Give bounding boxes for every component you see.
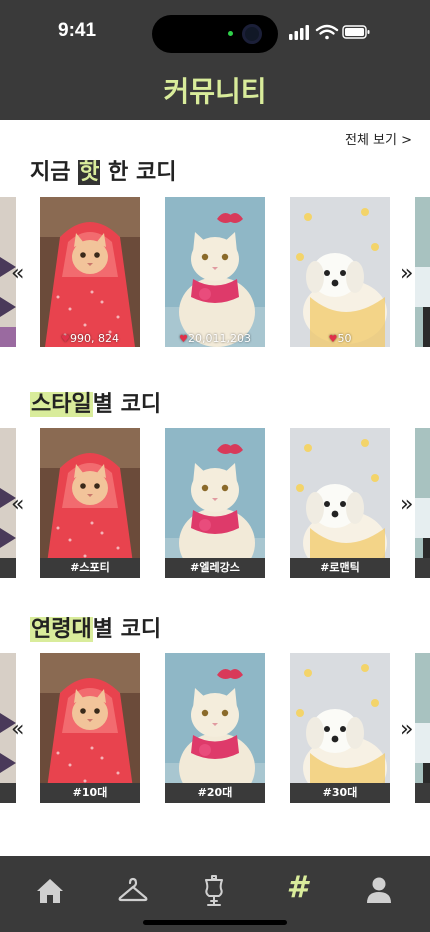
outfit-card-cat-red-hood[interactable]: ♥990, 824	[40, 197, 140, 347]
outfit-card-cat-red-hood[interactable]: #10대	[40, 653, 140, 803]
tag-label: #20대	[165, 783, 265, 803]
wifi-icon	[315, 24, 339, 40]
outfit-card-dog-yellow[interactable]: #로맨틱	[290, 428, 390, 578]
outfit-card-cat-white[interactable]: #엘레강스	[165, 428, 265, 578]
like-count: ♥50	[328, 332, 352, 345]
phone-screen: 9:41 커뮤니티 전체 보기 > 지금 핫 한 코디 스타일별 코디 연령대별…	[0, 0, 430, 932]
tag-label: #10대	[40, 783, 140, 803]
heart-icon: ♥	[61, 334, 70, 345]
page-title: 커뮤니티	[163, 75, 267, 108]
app-header: 9:41 커뮤니티	[0, 0, 430, 120]
hot-section-title: 지금 핫 한 코디	[30, 160, 177, 185]
tag-label: #30대	[290, 783, 390, 803]
status-time: 9:41	[58, 20, 97, 41]
outfit-card-cat-red-hood[interactable]: #스포티	[40, 428, 140, 578]
title-highlight: 연령대	[30, 617, 93, 642]
tag-label: #로맨틱	[290, 558, 390, 578]
hashtag-icon[interactable]: #	[280, 870, 314, 910]
like-count: ♥990, 824	[61, 332, 119, 345]
prev-arrow-icon[interactable]: «	[11, 494, 24, 516]
prev-arrow-icon[interactable]: «	[11, 263, 24, 285]
outfit-card-dog-yellow[interactable]: #30대	[290, 653, 390, 803]
like-count: ♥20,011,203	[179, 332, 251, 345]
battery-icon	[342, 25, 370, 39]
partial-card-right[interactable]	[415, 653, 430, 803]
outfit-card-cat-white[interactable]: #20대	[165, 653, 265, 803]
tag-label: #스포티	[40, 558, 140, 578]
next-arrow-icon[interactable]: »	[400, 263, 413, 285]
home-indicator	[143, 920, 287, 925]
dynamic-island	[152, 15, 278, 53]
profile-icon[interactable]	[362, 874, 396, 908]
mannequin-icon[interactable]	[197, 874, 231, 908]
prev-arrow-icon[interactable]: «	[11, 719, 24, 741]
next-arrow-icon[interactable]: »	[400, 494, 413, 516]
heart-icon: ♥	[179, 334, 188, 345]
see-all-link[interactable]: 전체 보기 >	[345, 129, 412, 148]
signal-icon	[289, 25, 309, 40]
title-highlight: 스타일	[30, 392, 93, 417]
tag-label: #엘레강스	[165, 558, 265, 578]
style-section-title: 스타일별 코디	[30, 392, 162, 417]
hanger-icon[interactable]	[116, 874, 150, 908]
outfit-card-dog-yellow[interactable]: ♥50	[290, 197, 390, 347]
partial-card-right[interactable]	[415, 428, 430, 578]
status-icons	[289, 24, 370, 40]
home-icon[interactable]	[33, 874, 67, 908]
next-arrow-icon[interactable]: »	[400, 719, 413, 741]
title-highlight: 핫	[78, 160, 101, 185]
outfit-card-cat-white[interactable]: ♥20,011,203	[165, 197, 265, 347]
partial-card-right[interactable]	[415, 197, 430, 347]
age-section-title: 연령대별 코디	[30, 617, 162, 642]
